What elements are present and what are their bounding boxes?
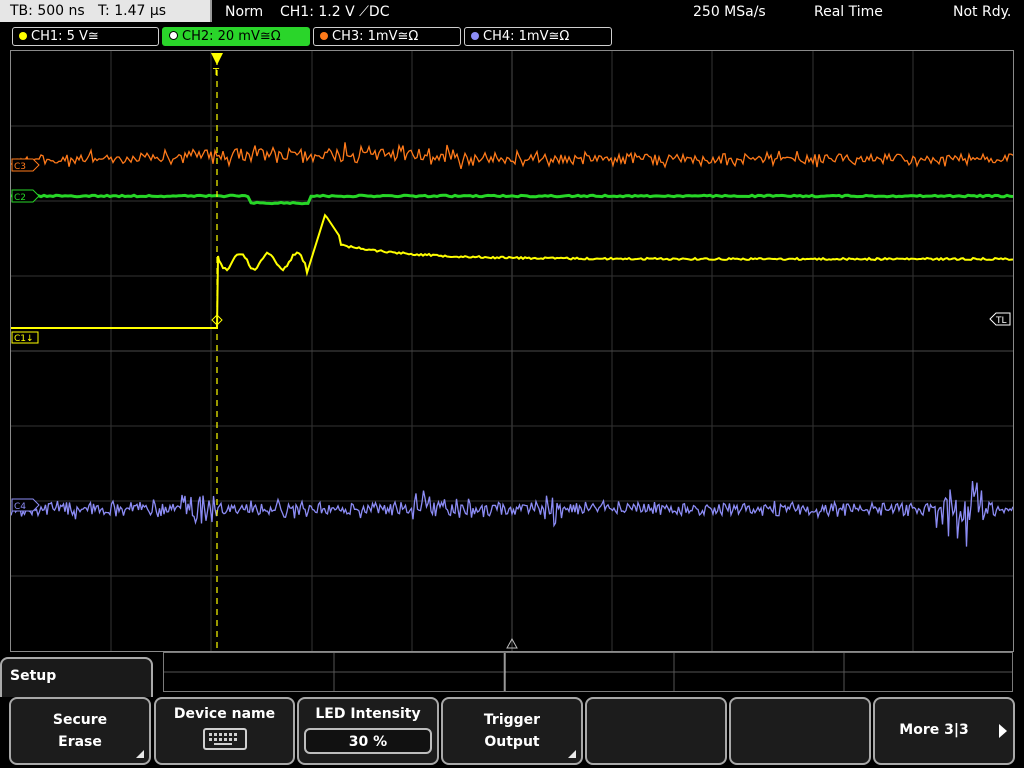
submenu-indicator-icon [568,750,576,758]
channel-tab-ch3[interactable]: CH3: 1mV≅Ω [313,27,461,46]
softkey-label-2: Erase [58,734,102,750]
ch3-label: CH3: 1mV≅Ω [332,29,419,44]
ch4-color-dot [471,32,479,40]
device-name-button[interactable]: Device name [154,697,295,765]
softkey-label: Trigger [483,712,541,728]
waveform-canvas: T C3 C2 C1↓ C4 TL [11,51,1013,651]
softkey-label: More 3|3 [899,722,969,738]
more-button[interactable]: More 3|3 [873,697,1015,765]
ch1-offset-marker: C1↓ [11,331,39,344]
ch3-marker-label: C3 [14,162,26,172]
softkey-label-2: Output [484,734,540,750]
trigger-output-button[interactable]: Trigger Output [441,697,583,765]
acquisition-status: Not Rdy. [953,4,1012,20]
sample-rate: 250 MSa/s [693,4,766,20]
empty-softkey-6[interactable] [729,697,871,765]
ch1-label: CH1: 5 V≅ [31,29,99,44]
trigger-position-marker [211,53,223,65]
softkey-label: LED Intensity [315,706,421,722]
trigger-mode[interactable]: Norm [225,0,263,24]
channel-tab-ch4[interactable]: CH4: 1mV≅Ω [464,27,612,46]
trigger-pos-label: T [212,67,220,78]
led-intensity-value[interactable]: 30 % [304,728,432,754]
ch3-offset-marker: C3 [11,158,40,172]
graticule-grid [11,51,1013,651]
ch4-marker-label: C4 [14,502,26,512]
ch1-marker-label: C1↓ [14,334,34,344]
softkey-label: Secure [52,712,108,728]
softkey-label: Device name [173,706,276,722]
waveform-display[interactable]: T C3 C2 C1↓ C4 TL [10,50,1014,652]
trigger-level-label: TL [995,316,1007,326]
timebase-value: TB: 500 ns [10,3,85,19]
trigger-level-marker: TL [989,312,1011,326]
ch2-color-dot [169,31,178,40]
keyboard-icon [202,728,247,750]
ch2-label: CH2: 20 mV≅Ω [182,29,281,44]
overview-strip [163,652,1013,692]
status-bar: TB: 500 ns T: 1.47 µs Norm CH1: 1.2 V ⟋D… [0,0,1024,24]
channel-tab-ch2[interactable]: CH2: 20 mV≅Ω [162,27,310,46]
ch2-marker-label: C2 [14,193,26,203]
trigger-time-value: T: 1.47 µs [98,3,167,19]
channel-tab-ch1[interactable]: CH1: 5 V≅ [12,27,159,46]
trigger-source[interactable]: CH1: 1.2 V ⟋DC [280,0,389,24]
led-intensity-button[interactable]: LED Intensity 30 % [297,697,439,765]
menu-title-tab: Setup [0,657,153,697]
secure-erase-button[interactable]: Secure Erase [9,697,151,765]
ch3-color-dot [320,32,328,40]
next-page-arrow-icon [999,724,1007,738]
ch4-label: CH4: 1mV≅Ω [483,29,570,44]
acquisition-mode: Real Time [814,4,883,20]
timebase-display[interactable]: TB: 500 ns T: 1.47 µs [0,0,212,22]
ch1-color-dot [19,32,27,40]
empty-softkey-5[interactable] [585,697,727,765]
submenu-indicator-icon [136,750,144,758]
